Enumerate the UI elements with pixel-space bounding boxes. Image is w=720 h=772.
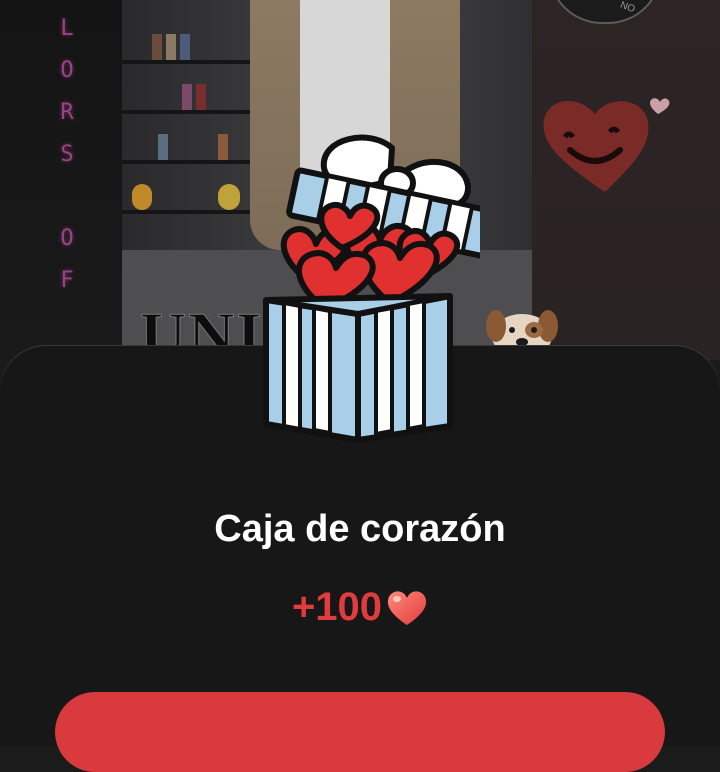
vertical-text-char: R bbox=[60, 100, 74, 125]
reward-title: Caja de corazón bbox=[214, 508, 506, 550]
reward-amount-row: +100 bbox=[0, 585, 720, 630]
vertical-text-char: F bbox=[60, 268, 74, 293]
vertical-text-char: L bbox=[60, 16, 74, 41]
claim-button[interactable] bbox=[55, 692, 665, 772]
smiley-heart-sticker-icon bbox=[543, 98, 670, 192]
vertical-text-char: S bbox=[60, 142, 74, 167]
vertical-text-char: O bbox=[60, 58, 74, 83]
vertical-text-char bbox=[52, 302, 82, 344]
heart-gift-box-icon bbox=[263, 134, 480, 443]
left-poster: LORS OF THE MOO bbox=[0, 0, 122, 629]
heart-icon bbox=[387, 590, 427, 625]
reward-amount: +100 bbox=[291, 585, 383, 629]
vertical-text-char: O bbox=[60, 226, 74, 251]
vertical-text-char bbox=[52, 176, 82, 218]
